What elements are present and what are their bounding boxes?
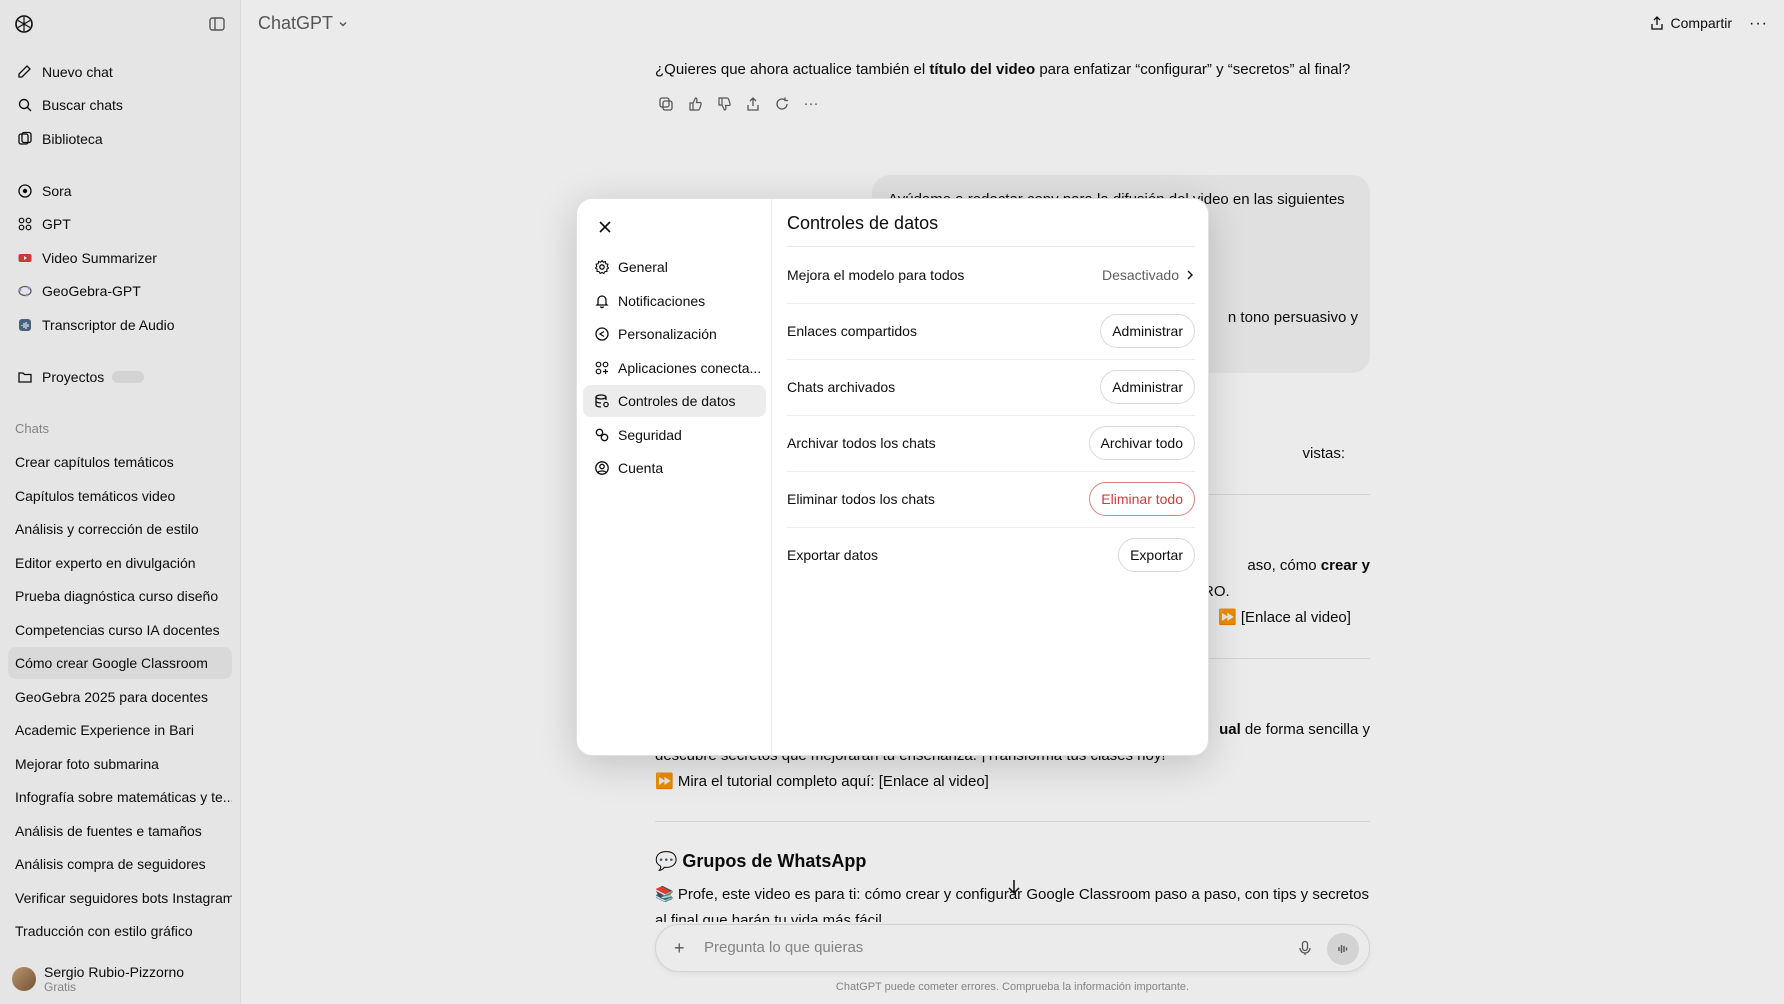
row-export-data: Exportar datos Exportar — [787, 527, 1195, 583]
row-delete-all: Eliminar todos los chats Eliminar todo — [787, 471, 1195, 527]
nav-item-general[interactable]: General — [583, 251, 766, 283]
account-icon — [593, 459, 611, 477]
nav-item-connected-apps[interactable]: Aplicaciones conecta... — [583, 352, 766, 384]
row-label: Archivar todos los chats — [787, 435, 936, 451]
bell-icon — [593, 292, 611, 310]
delete-all-button[interactable]: Eliminar todo — [1089, 482, 1195, 516]
nav-item-notifications[interactable]: Notificaciones — [583, 285, 766, 317]
personalization-icon — [593, 325, 611, 343]
row-label: Mejora el modelo para todos — [787, 267, 965, 283]
row-label: Chats archivados — [787, 379, 896, 395]
nav-item-account[interactable]: Cuenta — [583, 452, 766, 484]
row-improve-model[interactable]: Mejora el modelo para todos Desactivado — [787, 247, 1195, 303]
archive-all-button[interactable]: Archivar todo — [1088, 426, 1195, 460]
row-archive-all: Archivar todos los chats Archivar todo — [787, 415, 1195, 471]
settings-modal: General Notificaciones Personalización A… — [576, 198, 1209, 756]
nav-item-personalization[interactable]: Personalización — [583, 318, 766, 350]
improve-model-value[interactable]: Desactivado — [1102, 267, 1195, 283]
close-icon[interactable] — [593, 215, 617, 239]
export-button[interactable]: Exportar — [1118, 538, 1195, 572]
nav-item-data-controls[interactable]: Controles de datos — [583, 385, 766, 417]
row-label: Exportar datos — [787, 547, 879, 563]
security-icon — [593, 426, 611, 444]
apps-icon — [593, 359, 611, 377]
settings-nav: General Notificaciones Personalización A… — [577, 199, 772, 755]
chevron-right-icon — [1179, 269, 1195, 281]
database-icon — [593, 392, 611, 410]
manage-archived-chats-button[interactable]: Administrar — [1100, 370, 1195, 404]
nav-item-security[interactable]: Seguridad — [583, 419, 766, 451]
settings-panel: Controles de datos Mejora el modelo para… — [787, 199, 1195, 755]
row-archived-chats: Chats archivados Administrar — [787, 359, 1195, 415]
gear-icon — [593, 258, 611, 276]
row-label: Enlaces compartidos — [787, 323, 917, 339]
manage-shared-links-button[interactable]: Administrar — [1100, 314, 1195, 348]
row-label: Eliminar todos los chats — [787, 491, 935, 507]
row-shared-links: Enlaces compartidos Administrar — [787, 303, 1195, 359]
panel-title: Controles de datos — [787, 213, 939, 233]
